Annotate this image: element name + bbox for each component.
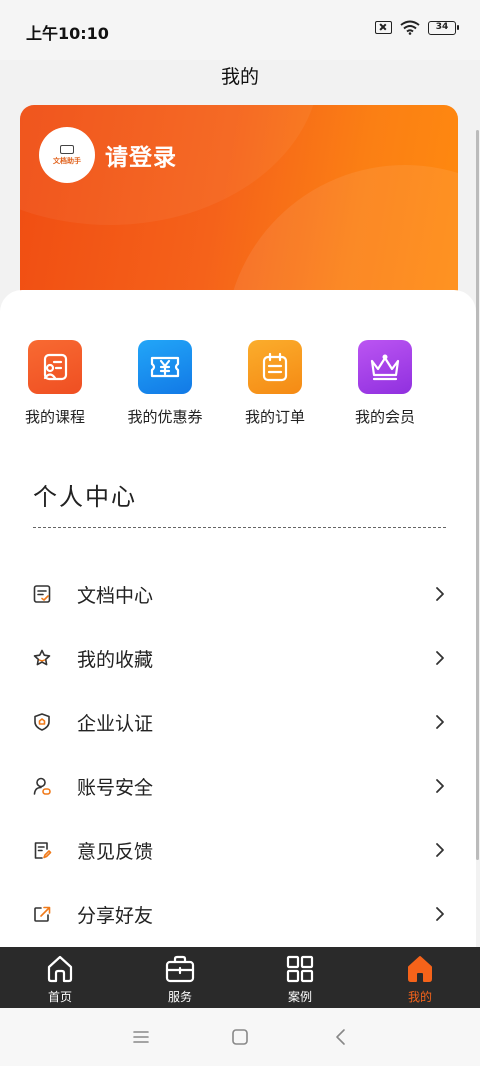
quick-action-coupon[interactable]: 我的优惠券 — [110, 340, 220, 427]
no-sim-icon — [375, 21, 392, 34]
document-check-icon — [31, 583, 53, 605]
login-link[interactable]: 请登录 — [105, 138, 177, 172]
home-filled-icon — [404, 953, 436, 985]
shield-icon — [31, 711, 53, 733]
briefcase-icon — [164, 953, 196, 985]
quick-action-order[interactable]: 我的订单 — [220, 340, 330, 427]
page-title: 我的 — [220, 66, 259, 88]
quick-action-course[interactable]: 我的课程 — [0, 340, 110, 427]
quick-action-label: 我的优惠券 — [127, 408, 203, 426]
quick-action-label: 我的订单 — [244, 408, 305, 426]
grid-icon — [284, 953, 316, 985]
chevron-right-icon — [436, 715, 444, 729]
status-bar: 上午10:10 34 — [0, 0, 480, 60]
home-icon — [44, 953, 76, 985]
tab-label: 首页 — [47, 990, 72, 1004]
chevron-right-icon — [436, 907, 444, 921]
menu-item-account-security[interactable]: 账号安全 — [0, 754, 476, 818]
menu-item-document-center[interactable]: 文档中心 — [0, 562, 476, 626]
menu-item-enterprise-verification[interactable]: 企业认证 — [0, 690, 476, 754]
personal-center-menu: 文档中心 我的收藏 企业认证 账号安全 意见反馈 分享好友 — [0, 562, 476, 946]
menu-item-label: 我的收藏 — [77, 648, 154, 671]
menu-item-label: 分享好友 — [77, 904, 154, 927]
feedback-icon — [31, 839, 53, 861]
tab-label: 我的 — [407, 990, 432, 1004]
chevron-right-icon — [436, 651, 444, 665]
scrollbar[interactable] — [476, 130, 479, 860]
status-icons: 34 — [375, 20, 459, 35]
bottom-tabbar: 首页 服务 案例 我的 — [0, 947, 480, 1008]
section-title: 个人中心 — [33, 483, 137, 511]
menu-item-label: 文档中心 — [77, 584, 154, 607]
divider — [33, 527, 446, 528]
course-icon — [28, 340, 82, 394]
crown-icon — [358, 340, 412, 394]
share-icon — [31, 903, 53, 925]
quick-action-vip[interactable]: 我的会员 — [330, 340, 440, 427]
avatar[interactable]: 文档助手 — [39, 127, 95, 183]
home-square-icon[interactable] — [230, 1027, 250, 1047]
wifi-icon — [400, 20, 420, 35]
tab-cases[interactable]: 案例 — [240, 947, 360, 1008]
coupon-icon — [138, 340, 192, 394]
status-time: 上午10:10 — [26, 24, 109, 43]
menu-item-label: 企业认证 — [77, 712, 154, 735]
chevron-right-icon — [436, 843, 444, 857]
tab-services[interactable]: 服务 — [120, 947, 240, 1008]
tab-home[interactable]: 首页 — [0, 947, 120, 1008]
star-icon — [31, 647, 53, 669]
back-icon[interactable] — [331, 1027, 351, 1047]
logo-text: 文档助手 — [53, 156, 81, 165]
menu-item-share[interactable]: 分享好友 — [0, 882, 476, 946]
quick-actions: 我的课程 我的优惠券 我的订单 我的会员 — [0, 340, 476, 427]
menu-item-label: 意见反馈 — [77, 840, 154, 863]
menu-icon[interactable] — [131, 1027, 151, 1047]
tab-label: 服务 — [167, 990, 192, 1004]
quick-action-label: 我的会员 — [354, 408, 415, 426]
order-icon — [248, 340, 302, 394]
tab-mine[interactable]: 我的 — [360, 947, 480, 1008]
menu-item-favorites[interactable]: 我的收藏 — [0, 626, 476, 690]
tab-label: 案例 — [287, 990, 312, 1004]
content-panel: 我的课程 我的优惠券 我的订单 我的会员 个人中心 文档中心 我的收藏 企业认证… — [0, 290, 476, 950]
quick-action-label: 我的课程 — [24, 408, 85, 426]
user-lock-icon — [31, 775, 53, 797]
menu-item-feedback[interactable]: 意见反馈 — [0, 818, 476, 882]
profile-card: 文档助手 请登录 — [20, 105, 458, 305]
menu-item-label: 账号安全 — [77, 776, 154, 799]
chevron-right-icon — [436, 779, 444, 793]
system-navbar — [0, 1008, 480, 1066]
battery-indicator: 34 — [428, 20, 459, 35]
chevron-right-icon — [436, 587, 444, 601]
monitor-icon — [60, 144, 74, 154]
